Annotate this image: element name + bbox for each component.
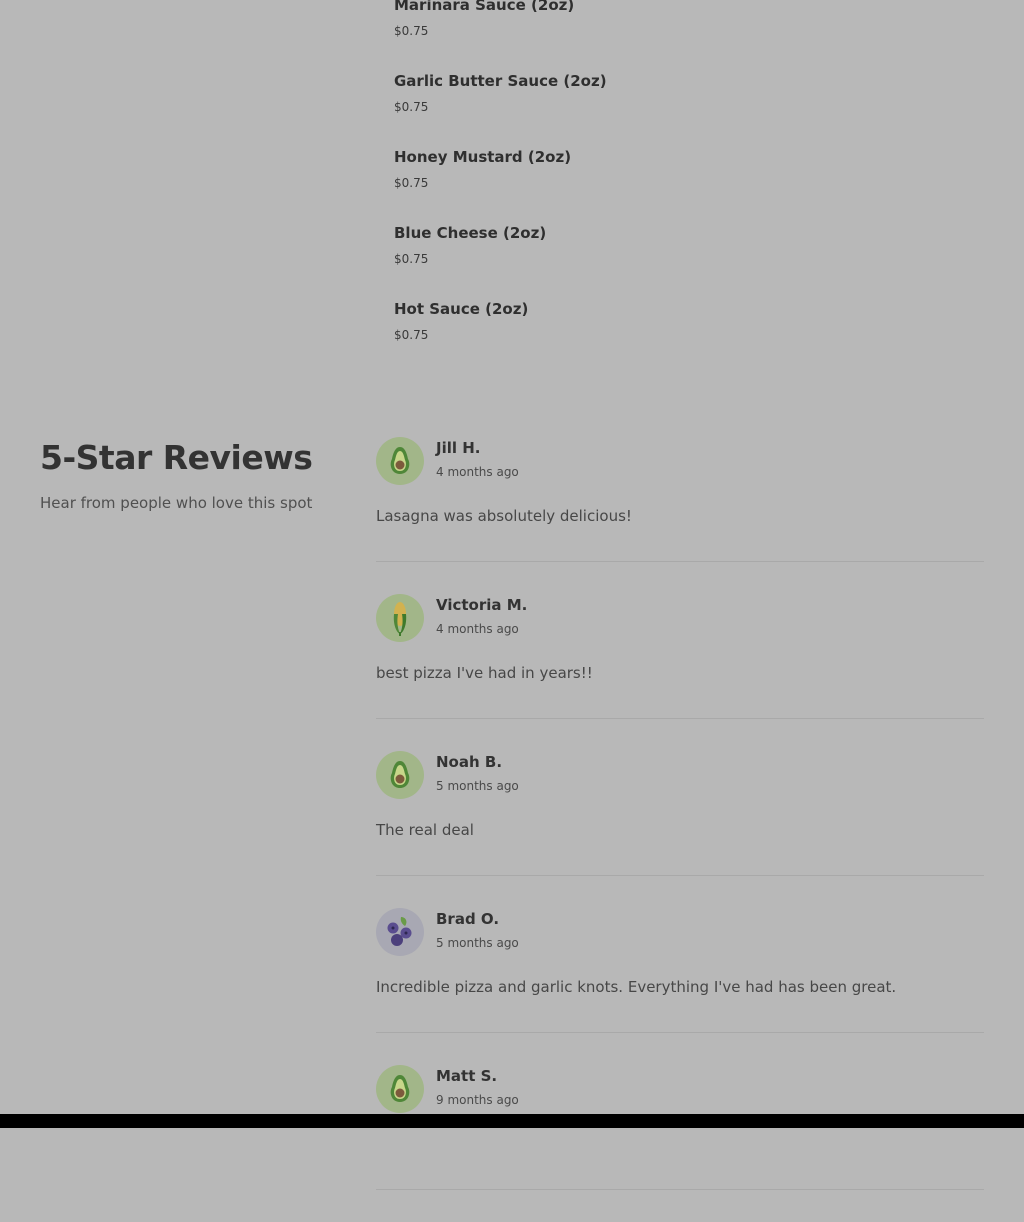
menu-item[interactable]: Garlic Butter Sauce (2oz) $0.75 (394, 62, 954, 138)
reviews-subtitle: Hear from people who love this spot (40, 494, 313, 512)
reviewer-name: Jill H. (436, 439, 481, 457)
menu-item-name: Marinara Sauce (2oz) (394, 0, 575, 14)
sauce-list: Marinara Sauce (2oz) $0.75 Garlic Butter… (394, 0, 954, 366)
menu-item-price: $0.75 (394, 176, 429, 190)
review-item: Noah B. 5 months ago The real deal (376, 751, 984, 908)
review-time: 5 months ago (436, 936, 519, 950)
review-text: Lasagna was absolutely delicious! (376, 507, 632, 525)
menu-item-name: Garlic Butter Sauce (2oz) (394, 72, 607, 90)
review-item: Matt S. 9 months ago (376, 1065, 984, 1222)
review-text: The real deal (376, 821, 474, 839)
menu-item-price: $0.75 (394, 24, 429, 38)
review-list: Jill H. 4 months ago Lasagna was absolut… (376, 437, 984, 1222)
reviewer-name: Noah B. (436, 753, 503, 771)
review-item: Victoria M. 4 months ago best pizza I've… (376, 594, 984, 751)
menu-item-price: $0.75 (394, 252, 429, 266)
avocado-icon (376, 751, 424, 799)
reviews-title: 5-Star Reviews (40, 438, 313, 477)
menu-item[interactable]: Blue Cheese (2oz) $0.75 (394, 214, 954, 290)
review-item: Jill H. 4 months ago Lasagna was absolut… (376, 437, 984, 594)
review-time: 9 months ago (436, 1093, 519, 1107)
reviewer-name: Brad O. (436, 910, 500, 928)
menu-item-name: Blue Cheese (2oz) (394, 224, 547, 242)
avocado-icon (376, 1065, 424, 1113)
bottom-bar (0, 1114, 1024, 1128)
menu-item[interactable]: Hot Sauce (2oz) $0.75 (394, 290, 954, 366)
review-text: best pizza I've had in years!! (376, 664, 593, 682)
reviewer-name: Victoria M. (436, 596, 528, 614)
review-time: 5 months ago (436, 779, 519, 793)
avocado-icon (376, 437, 424, 485)
reviewer-name: Matt S. (436, 1067, 498, 1085)
review-text: Incredible pizza and garlic knots. Every… (376, 978, 897, 996)
blueberries-icon (376, 908, 424, 956)
menu-item-name: Honey Mustard (2oz) (394, 148, 572, 166)
menu-item[interactable]: Honey Mustard (2oz) $0.75 (394, 138, 954, 214)
menu-item[interactable]: Marinara Sauce (2oz) $0.75 (394, 0, 954, 62)
corn-icon (376, 594, 424, 642)
menu-item-price: $0.75 (394, 328, 429, 342)
menu-item-name: Hot Sauce (2oz) (394, 300, 529, 318)
review-item: Brad O. 5 months ago Incredible pizza an… (376, 908, 984, 1065)
menu-item-price: $0.75 (394, 100, 429, 114)
review-time: 4 months ago (436, 465, 519, 479)
review-time: 4 months ago (436, 622, 519, 636)
